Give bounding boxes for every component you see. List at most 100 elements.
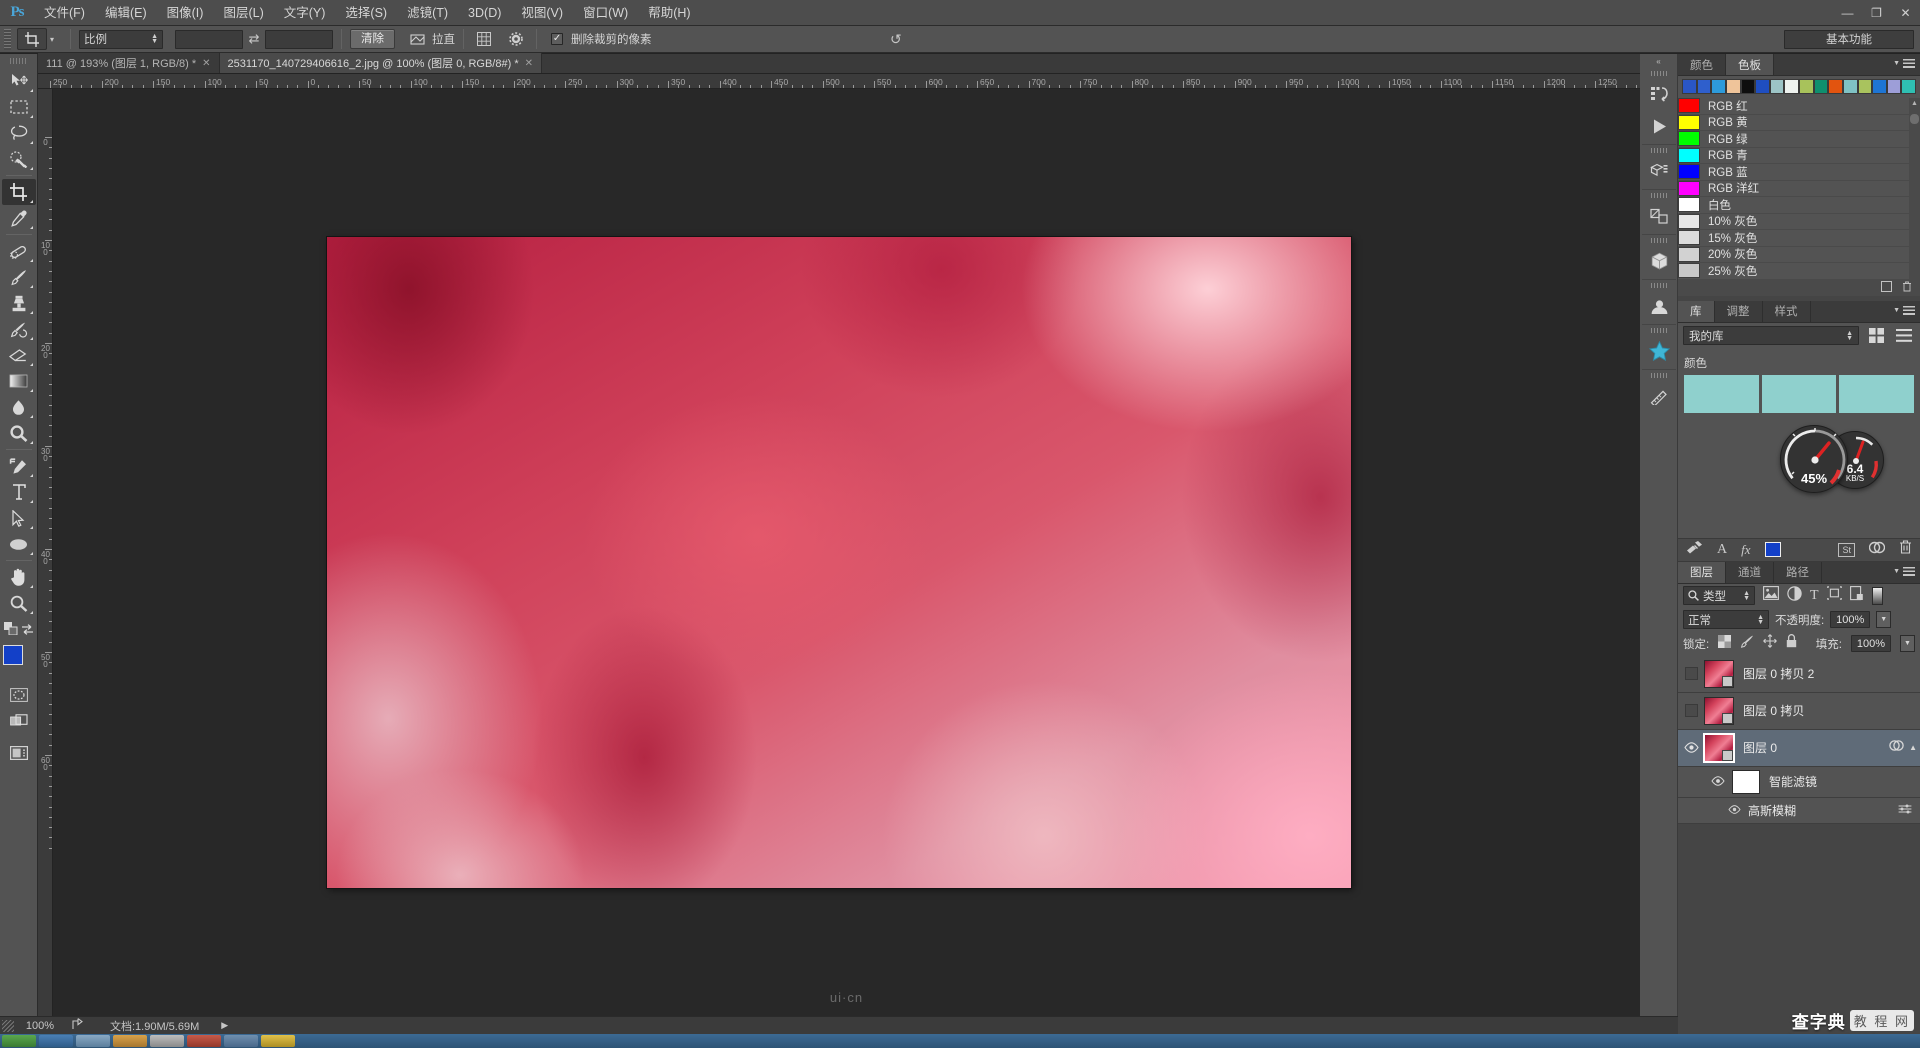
quick-swatch[interactable] bbox=[1740, 79, 1756, 94]
fill-value[interactable]: 100% bbox=[1851, 635, 1891, 652]
library-color-item[interactable] bbox=[1839, 374, 1915, 413]
swatch-row[interactable]: RGB 绿 bbox=[1678, 131, 1920, 148]
crop-tool[interactable] bbox=[1, 179, 36, 205]
character-icon[interactable] bbox=[1640, 290, 1678, 322]
type-tool[interactable] bbox=[2, 479, 36, 505]
grid-view-icon[interactable] bbox=[1865, 326, 1887, 346]
zoom-tool[interactable] bbox=[2, 590, 36, 616]
layer-visibility-toggle[interactable] bbox=[1678, 742, 1704, 753]
library-color-item[interactable] bbox=[1761, 374, 1837, 413]
lock-transparent-icon[interactable] bbox=[1718, 634, 1732, 653]
swap-colors-icon[interactable] bbox=[21, 622, 34, 640]
tab-styles[interactable]: 样式 bbox=[1762, 300, 1811, 322]
taskbar-item[interactable] bbox=[224, 1035, 258, 1047]
swatch-row[interactable]: RGB 蓝 bbox=[1678, 164, 1920, 181]
swatch-row[interactable]: 10% 灰色 bbox=[1678, 213, 1920, 230]
menu-image[interactable]: 图像(I) bbox=[157, 0, 214, 26]
trash-icon[interactable] bbox=[1899, 540, 1912, 559]
panel-menu-icon[interactable]: ▼ bbox=[1893, 59, 1915, 68]
lock-paint-icon[interactable] bbox=[1740, 635, 1754, 653]
minimize-button[interactable]: — bbox=[1833, 0, 1862, 26]
rail-gripper[interactable] bbox=[1650, 148, 1667, 153]
crop-tool-icon[interactable] bbox=[17, 28, 47, 50]
quick-swatch[interactable] bbox=[1901, 79, 1916, 94]
swatch-row[interactable]: 15% 灰色 bbox=[1678, 230, 1920, 247]
gradient-tool[interactable] bbox=[2, 368, 36, 394]
crop-height-input[interactable] bbox=[265, 29, 334, 49]
eyedropper-tool[interactable] bbox=[2, 205, 36, 231]
rail-gripper[interactable] bbox=[1650, 283, 1667, 288]
menu-select[interactable]: 选择(S) bbox=[335, 0, 397, 26]
zoom-level[interactable]: 100% bbox=[14, 1020, 66, 1032]
swatch-chip[interactable] bbox=[1678, 213, 1700, 229]
cc-icon[interactable] bbox=[1868, 541, 1886, 559]
filter-settings-icon[interactable] bbox=[1898, 801, 1912, 819]
play-action-icon[interactable] bbox=[1640, 110, 1678, 142]
healing-brush-tool[interactable] bbox=[2, 238, 36, 264]
library-color-item[interactable] bbox=[1684, 374, 1759, 413]
properties-icon[interactable] bbox=[1640, 200, 1678, 232]
3d-cube-icon[interactable] bbox=[1640, 245, 1678, 277]
rail-gripper[interactable] bbox=[1650, 328, 1667, 333]
layer-thumbnail[interactable] bbox=[1704, 659, 1734, 688]
st-icon[interactable]: St bbox=[1838, 542, 1855, 557]
swap-icon[interactable]: ⇄ bbox=[243, 31, 265, 47]
swatch-row[interactable]: 25% 灰色 bbox=[1678, 263, 1920, 280]
lasso-tool[interactable] bbox=[2, 120, 36, 146]
menu-view[interactable]: 视图(V) bbox=[511, 0, 573, 26]
quick-swatch[interactable] bbox=[1711, 79, 1726, 94]
quick-selection-tool[interactable] bbox=[2, 146, 36, 172]
swatch-row[interactable]: RGB 青 bbox=[1678, 147, 1920, 164]
list-view-icon[interactable] bbox=[1893, 326, 1915, 346]
smart-filter-row[interactable]: 智能滤镜 bbox=[1678, 766, 1920, 798]
smart-filter-visibility-toggle[interactable] bbox=[1711, 773, 1725, 791]
panel-menu-icon[interactable]: ▼ bbox=[1893, 305, 1915, 315]
quick-swatch[interactable] bbox=[1857, 79, 1873, 94]
tab-color[interactable]: 颜色 bbox=[1678, 54, 1726, 75]
menu-filter[interactable]: 滤镜(T) bbox=[397, 0, 458, 26]
swatch-chip[interactable] bbox=[1678, 197, 1700, 213]
opacity-value[interactable]: 100% bbox=[1830, 611, 1871, 628]
rectangular-marquee-tool[interactable] bbox=[2, 94, 36, 120]
menu-window[interactable]: 窗口(W) bbox=[573, 0, 638, 26]
share-icon[interactable] bbox=[66, 1018, 92, 1033]
ellipse-shape-tool[interactable] bbox=[2, 531, 36, 557]
scroll-up-icon[interactable]: ▲ bbox=[1910, 100, 1919, 107]
crop-preset-chevron-down-icon[interactable]: ▾ bbox=[50, 35, 54, 44]
crop-width-input[interactable] bbox=[175, 29, 244, 49]
layer-thumbnail[interactable] bbox=[1704, 696, 1734, 725]
straighten-label[interactable]: 拉直 bbox=[432, 31, 455, 47]
restore-button[interactable]: ❐ bbox=[1862, 0, 1891, 26]
crop-ratio-select[interactable]: 比例 ▲ ▼ bbox=[79, 29, 164, 49]
layer-color-chip[interactable] bbox=[1764, 542, 1781, 557]
quick-swatch[interactable] bbox=[1842, 79, 1858, 94]
quick-swatch[interactable] bbox=[1696, 79, 1712, 94]
layer-row[interactable]: 图层 0 ▲ bbox=[1678, 729, 1920, 767]
quick-swatch[interactable] bbox=[1799, 79, 1814, 94]
quick-swatch[interactable] bbox=[1769, 79, 1785, 94]
filter-visibility-toggle[interactable] bbox=[1728, 801, 1741, 819]
tab-paths[interactable]: 路径 bbox=[1774, 561, 1822, 583]
quick-swatch[interactable] bbox=[1886, 79, 1902, 94]
rail-gripper[interactable] bbox=[1650, 373, 1667, 378]
dodge-tool[interactable] bbox=[2, 420, 36, 446]
blur-tool[interactable] bbox=[2, 394, 36, 420]
quick-swatch[interactable] bbox=[1755, 79, 1770, 94]
swatch-list[interactable]: RGB 红 RGB 黄 RGB 绿 RGB 青 RGB 蓝 RGB 洋红 白色 10% 灰色 1… bbox=[1678, 98, 1920, 280]
clone-source-icon[interactable] bbox=[1640, 380, 1678, 412]
tab-libraries[interactable]: 库 bbox=[1678, 300, 1715, 322]
foreground-color-swatch[interactable] bbox=[2, 645, 23, 665]
document-tab-2[interactable]: 2531170_140729406616_2.jpg @ 100% (图层 0,… bbox=[219, 53, 542, 73]
opacity-chevron-down-icon[interactable]: ▼ bbox=[1876, 611, 1892, 628]
menu-file[interactable]: 文件(F) bbox=[34, 0, 95, 26]
screen-mode-full-icon[interactable] bbox=[2, 740, 36, 766]
quick-swatch[interactable] bbox=[1828, 79, 1843, 94]
quick-swatch[interactable] bbox=[1784, 79, 1799, 94]
path-selection-tool[interactable] bbox=[2, 505, 36, 531]
default-colors-icon[interactable] bbox=[3, 622, 18, 640]
blend-mode-select[interactable]: 正常 ▲ ▼ bbox=[1683, 610, 1769, 629]
gear-icon[interactable] bbox=[504, 29, 528, 50]
tab-swatches[interactable]: 色板 bbox=[1726, 54, 1774, 75]
swatch-chip[interactable] bbox=[1678, 246, 1700, 262]
swatch-chip[interactable] bbox=[1678, 114, 1700, 130]
